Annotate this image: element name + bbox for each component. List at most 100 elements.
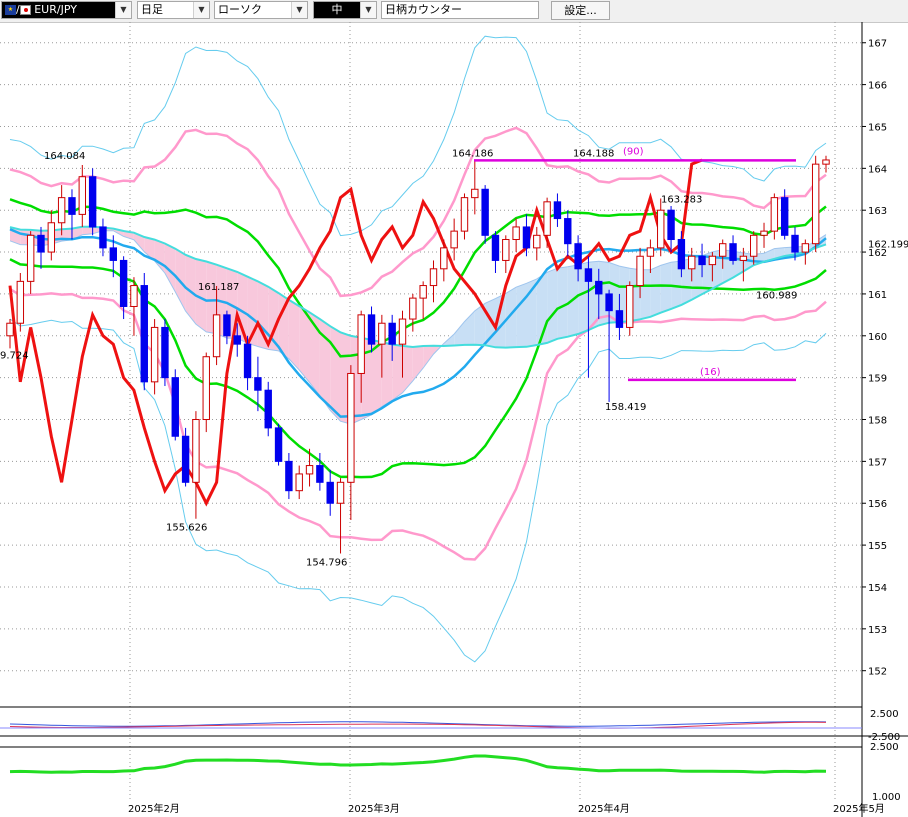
period-select[interactable]: 日足 ▼ [137, 1, 210, 19]
candle-body [822, 159, 830, 165]
kumo-segment [650, 265, 661, 317]
candle-body [522, 226, 531, 249]
candle-body [605, 293, 613, 312]
candle-body [667, 209, 675, 241]
candle-body [88, 176, 97, 228]
candle-body [636, 255, 644, 287]
candle-body [760, 230, 768, 236]
candle-body [119, 259, 128, 307]
candle-body [16, 280, 25, 324]
candle-body [161, 326, 169, 379]
candle-body [811, 163, 820, 245]
candle-body [574, 243, 582, 270]
annotation-mid-apr: 163.283 [661, 194, 702, 205]
candle-body [37, 234, 45, 253]
kumo-segment [557, 266, 568, 339]
candle-body [316, 465, 324, 483]
candle-body [6, 322, 14, 337]
annotation-high-mar: 164.186 [452, 148, 493, 159]
candle-body [150, 326, 159, 383]
candle-body [181, 435, 190, 483]
candle-body [409, 297, 417, 320]
candle-body [770, 197, 779, 232]
candle-body [688, 255, 696, 270]
candle-body [533, 234, 541, 249]
candle-body [326, 481, 334, 504]
candle-body [285, 460, 293, 492]
candle-body [419, 285, 427, 299]
counter-label-upper: (90) [623, 146, 644, 157]
annotation-low-apr: 158.419 [605, 402, 646, 413]
candle-body [295, 473, 303, 492]
date-axis-tick-label: 2025年2月 [128, 802, 180, 815]
date-axis-tick-label: 2025年5月 [833, 802, 885, 815]
price-axis-tick-label: 153 [868, 625, 887, 636]
candle-body [471, 188, 479, 199]
counter-input[interactable]: 日柄カウンター [381, 1, 539, 19]
price-chart[interactable]: (90) (16) 164.084 9.724 161.187 155.626 154.79… [0, 22, 908, 817]
annotation-mid-apr-low: 160.989 [756, 290, 797, 301]
mode-select[interactable]: 中 ▼ [313, 1, 377, 19]
price-axis-tick-label: 163 [868, 206, 887, 217]
kumo-segment [547, 268, 558, 343]
price-axis-tick-label: 165 [868, 122, 887, 133]
last-price-label: 162.199 [868, 240, 908, 251]
date-axis-tick-label: 2025年4月 [578, 802, 630, 815]
chevron-down-icon[interactable]: ▼ [193, 2, 209, 18]
candle-body [708, 255, 717, 266]
kumo-segment [660, 262, 672, 313]
symbol-select[interactable]: ★ / EUR/JPY ▼ [1, 1, 132, 19]
annotation-high-apr: 164.188 [573, 148, 614, 159]
volatility-tick-label: 1.000 [872, 792, 901, 803]
settings-button[interactable]: 設定... [551, 1, 610, 20]
candle-body [564, 218, 572, 245]
volatility-line [9, 754, 827, 774]
candle-body [202, 356, 210, 421]
eu-flag-icon: ★ [5, 5, 16, 15]
candle-body [223, 314, 231, 337]
annotation-low-mar: 154.796 [306, 557, 347, 568]
candle-body [171, 377, 179, 437]
symbol-label: EUR/JPY [34, 3, 77, 16]
chart-type-select[interactable]: ローソク ▼ [214, 1, 308, 19]
chevron-down-icon[interactable]: ▼ [291, 2, 307, 18]
candle-body [243, 343, 252, 379]
candle-body [729, 243, 737, 261]
candle-body [109, 247, 117, 261]
price-axis-tick-label: 154 [868, 583, 887, 594]
candle-body [450, 230, 458, 249]
candle-body [367, 314, 376, 345]
kumo-segment [412, 346, 424, 381]
candle-body [388, 322, 396, 345]
price-axis-tick-label: 164 [868, 164, 887, 175]
candle-body [57, 197, 66, 224]
candle-body [47, 222, 56, 253]
bollinger-upper-3 [9, 35, 827, 237]
candle-body [801, 243, 810, 253]
price-axis-tick-label: 155 [868, 541, 887, 552]
annotation-mid-feb: 161.187 [198, 282, 239, 293]
annotation-low-feb: 155.626 [166, 523, 207, 534]
mode-label: 中 [314, 2, 360, 18]
candle-body [274, 427, 283, 462]
candle-body [305, 465, 314, 475]
candle-body [646, 247, 655, 257]
candle-body [481, 188, 489, 236]
kumo-segment [154, 239, 165, 274]
oscillator-tick-label: 2.500 [870, 709, 899, 720]
candle-body [26, 234, 35, 282]
price-axis-tick-label: 166 [868, 81, 887, 92]
candle-body [553, 201, 562, 220]
japan-flag-icon [19, 5, 31, 15]
candle-body [192, 419, 200, 483]
price-axis-tick-label: 158 [868, 416, 887, 427]
kumo-segment [402, 345, 413, 393]
candle-body [347, 372, 355, 483]
annotation-low-jan: 9.724 [0, 351, 29, 362]
candle-body [440, 247, 448, 270]
date-axis-tick-label: 2025年3月 [348, 802, 400, 815]
chevron-down-icon[interactable]: ▼ [360, 2, 376, 18]
chevron-down-icon[interactable]: ▼ [115, 2, 131, 18]
candle-body [140, 285, 148, 383]
annotation-high-jan: 164.084 [44, 151, 85, 162]
